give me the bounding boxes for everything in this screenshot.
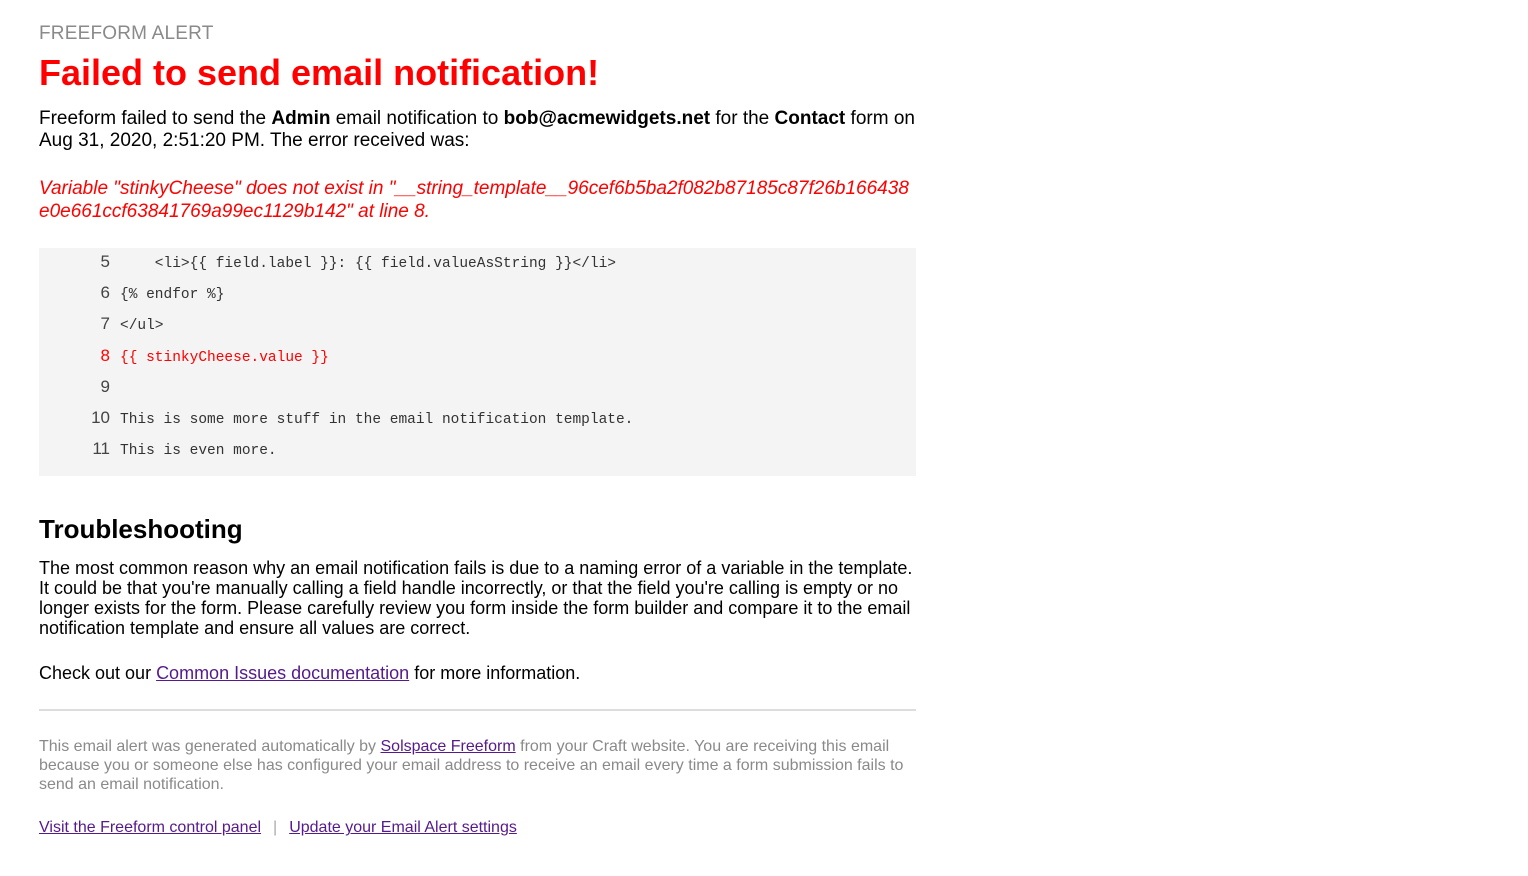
email-alert-settings-link[interactable]: Update your Email Alert settings [289,819,517,836]
notification-name: Admin [271,108,331,129]
line-number: 9 [100,376,110,396]
footer-notice: This email alert was generated automatic… [39,737,916,794]
line-code: {{ stinkyCheese.value }} [120,349,329,366]
code-line: 11 This is even more. [39,439,916,470]
footer-text-prefix: This email alert was generated automatic… [39,738,381,756]
intro-text-3: for the [710,108,775,129]
line-code: This is even more. [120,443,277,460]
more-info-paragraph: Check out our Common Issues documentatio… [39,663,916,683]
code-line-error: 8 {{ stinkyCheese.value }} [39,346,916,377]
code-line: 9 [39,377,916,408]
page-title: Failed to send email notification! [39,52,600,93]
line-number: 8 [100,345,110,365]
footer-links: Visit the Freeform control panel | Update … [39,818,916,838]
intro-text-1: Freeform failed to send the [39,108,272,129]
line-number: 11 [92,439,110,459]
line-number: 10 [91,407,110,427]
troubleshooting-body: The most common reason why an email noti… [39,558,913,639]
footer-divider [39,709,916,712]
code-line: 7 </ul> [39,314,916,345]
code-line: 6 {% endfor %} [39,283,916,314]
line-number: 5 [100,252,110,271]
common-issues-link[interactable]: Common Issues documentation [156,663,409,683]
form-name: Contact [774,108,846,129]
line-code: </ul> [120,318,164,335]
line-code: <li>{{ field.label }}: {{ field.valueAsS… [120,256,616,272]
intro-paragraph: Freeform failed to send the Admin email … [39,108,916,152]
troubleshooting-heading: Troubleshooting [39,514,243,545]
more-info-suffix: for more information. [409,663,581,684]
line-number: 7 [100,314,110,334]
link-separator: | [273,819,278,837]
email-alert: FREEFORM ALERT Failed to send email noti… [39,22,916,838]
error-message: Variable "stinkyCheese" does not exist i… [39,178,909,222]
intro-text-2: email notification to [330,108,504,129]
code-line: 5 <li>{{ field.label }}: {{ field.valueA… [39,252,916,283]
line-code: {% endfor %} [120,287,225,304]
line-number: 6 [100,283,110,303]
control-panel-link[interactable]: Visit the Freeform control panel [39,819,261,836]
line-code: This is some more stuff in the email not… [120,411,634,428]
more-info-prefix: Check out our [39,663,157,684]
code-line: 10 This is some more stuff in the email n… [39,408,916,439]
alert-eyebrow: FREEFORM ALERT [39,23,214,44]
code-snippet: 5 <li>{{ field.label }}: {{ field.valueA… [39,248,916,477]
solspace-freeform-link[interactable]: Solspace Freeform [381,738,516,755]
recipient-email: bob@acmewidgets.net [503,108,711,129]
